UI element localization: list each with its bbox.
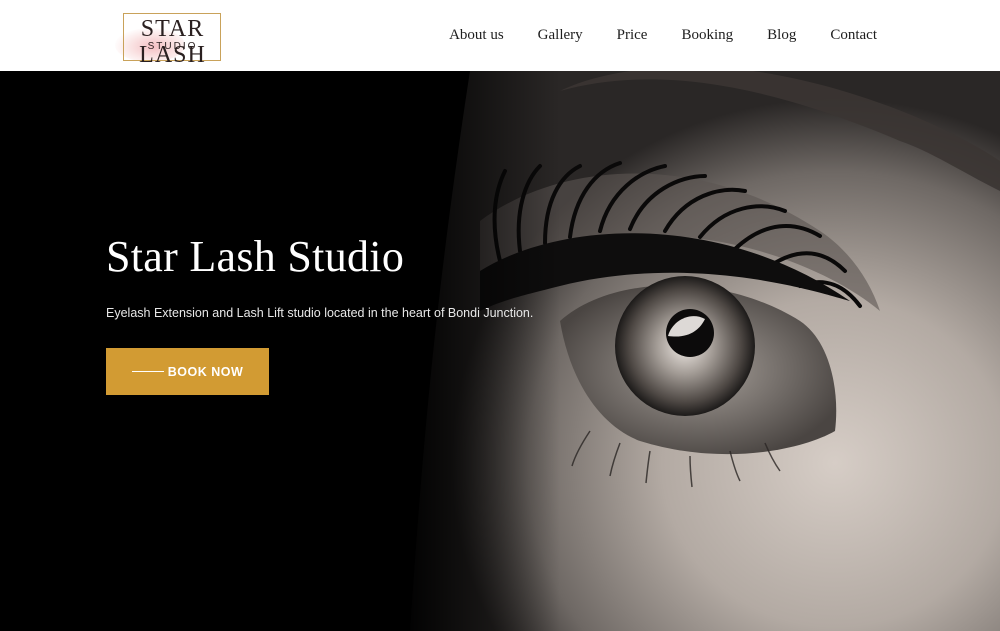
studio-logo[interactable]: STAR LASH STUDIO [105, 10, 240, 68]
button-dash-line [131, 370, 164, 373]
nav-booking[interactable]: Booking [681, 27, 733, 44]
site-header: STAR LASH STUDIO About us Gallery Price … [0, 0, 1000, 71]
hero-subtitle: Eyelash Extension and Lash Lift studio l… [106, 306, 534, 320]
nav-gallery[interactable]: Gallery [538, 27, 583, 44]
main-nav: About us Gallery Price Booking Blog Cont… [449, 0, 877, 71]
hero-section: Star Lash Studio Eyelash Extension and L… [0, 71, 1000, 631]
logo-sub-text: STUDIO [147, 41, 198, 52]
hero-title: Star Lash Studio [106, 232, 405, 281]
book-now-button[interactable]: BOOK NOW [106, 348, 269, 395]
book-now-label: BOOK NOW [167, 364, 244, 379]
nav-blog[interactable]: Blog [767, 27, 796, 44]
nav-price[interactable]: Price [617, 27, 648, 44]
nav-contact[interactable]: Contact [830, 27, 877, 44]
nav-about-us[interactable]: About us [449, 27, 504, 44]
